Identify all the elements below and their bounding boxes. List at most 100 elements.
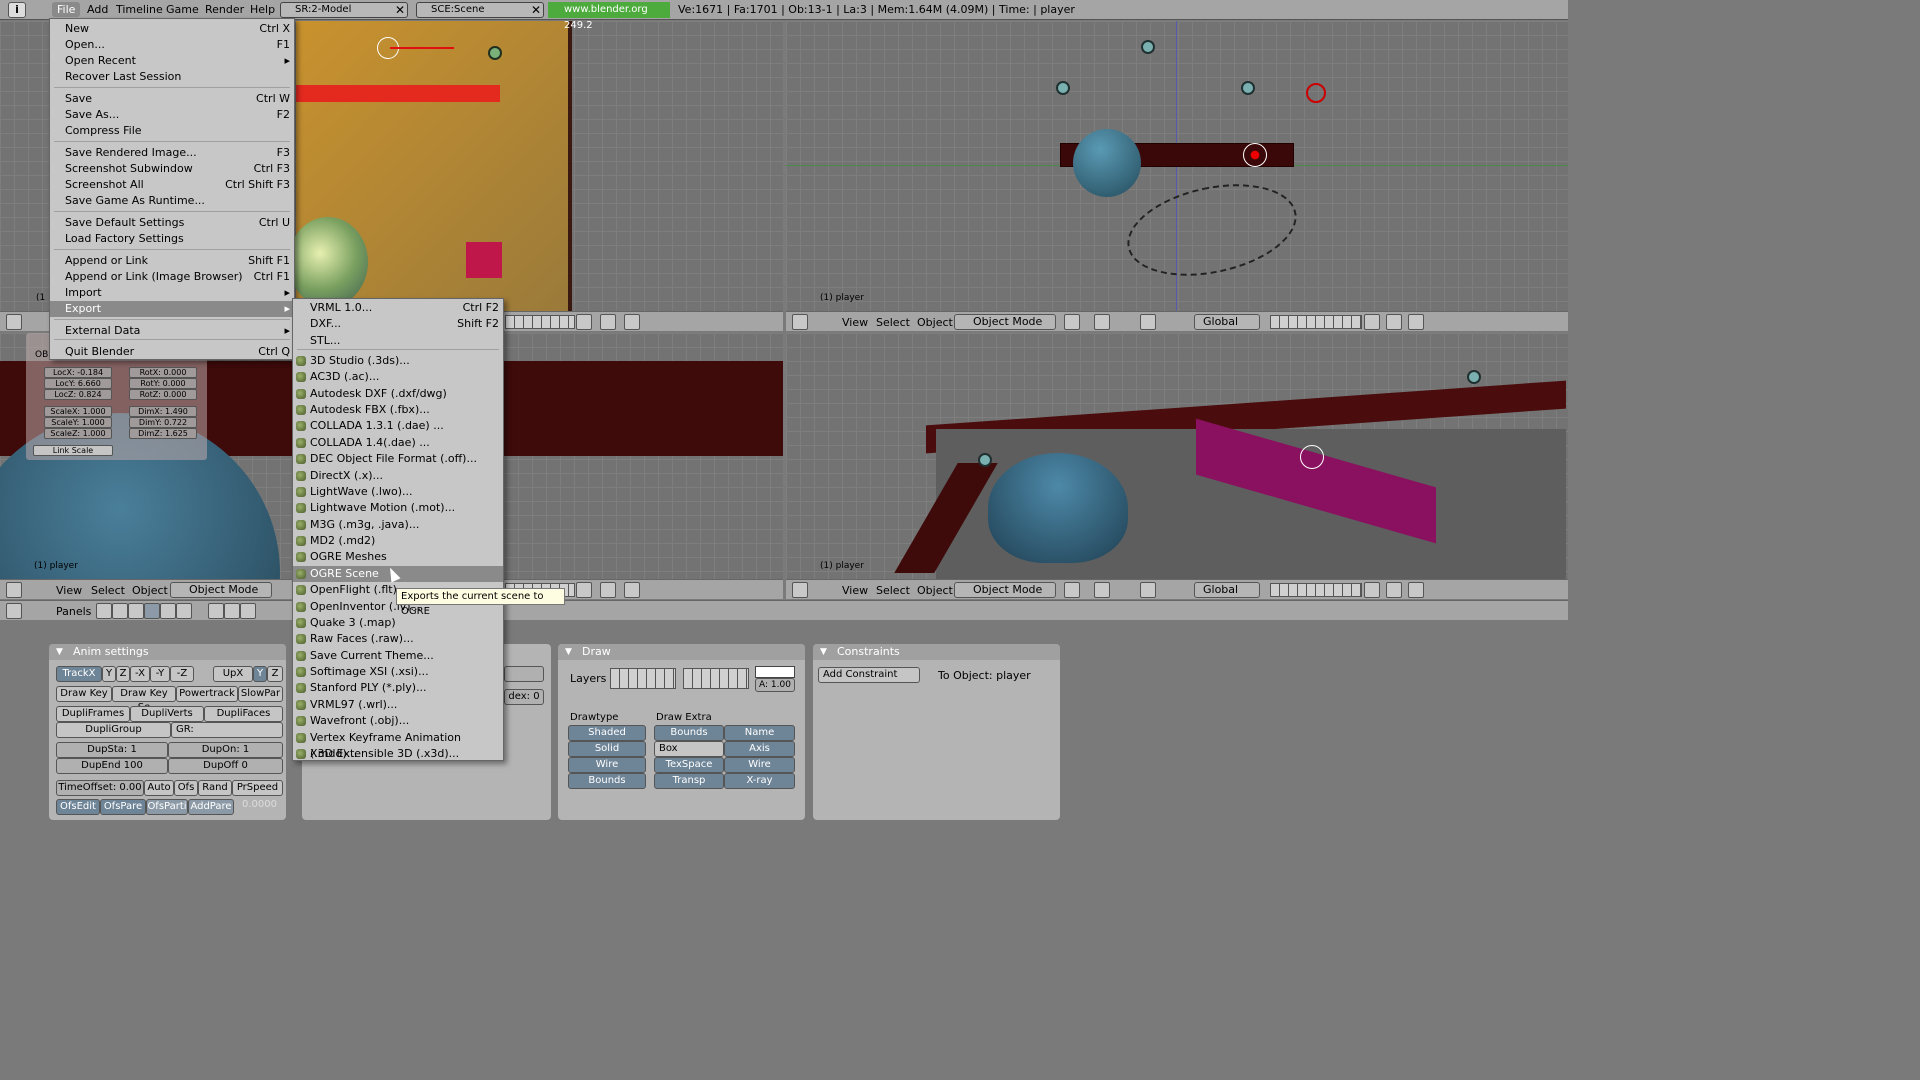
slowpar-button[interactable]: SlowPar: [238, 686, 283, 702]
track-z-button[interactable]: Z: [116, 666, 130, 682]
layer-buttons[interactable]: [1270, 583, 1362, 597]
file-menu-item[interactable]: Append or Link (Image Browser) Ctrl F1: [50, 269, 294, 285]
export-menu-item[interactable]: Raw Faces (.raw)...: [293, 631, 503, 647]
hidden-field[interactable]: [504, 666, 544, 682]
object-menu[interactable]: Object: [132, 584, 168, 597]
drawtype-wire[interactable]: Wire: [568, 757, 646, 773]
export-menu-item[interactable]: Autodesk FBX (.fbx)...: [293, 402, 503, 418]
group-field[interactable]: GR:: [171, 722, 283, 738]
export-menu-item[interactable]: Wavefront (.obj)...: [293, 713, 503, 729]
close-icon[interactable]: ✕: [395, 3, 405, 17]
file-menu-item[interactable]: Open Recent ▸: [50, 53, 294, 69]
locz-field[interactable]: LocZ: 0.824: [44, 389, 112, 400]
duplifaces-button[interactable]: DupliFaces: [204, 706, 283, 722]
bounds-type-dropdown[interactable]: Box: [654, 741, 724, 757]
camera-button[interactable]: [600, 314, 616, 330]
close-icon[interactable]: ✕: [531, 3, 541, 17]
pivot-button[interactable]: [1094, 314, 1110, 330]
editor-type-button[interactable]: [6, 603, 22, 619]
render-button[interactable]: [624, 314, 640, 330]
lock-button[interactable]: [576, 314, 592, 330]
add-constraint-button[interactable]: Add Constraint: [818, 667, 920, 683]
file-menu[interactable]: File: [52, 2, 81, 17]
extra-axis[interactable]: Axis: [724, 741, 795, 757]
file-menu-item[interactable]: Save As... F2: [50, 107, 294, 123]
index-field[interactable]: dex: 0: [504, 689, 544, 705]
blender-url-link[interactable]: www.blender.org 249.2: [548, 2, 670, 31]
mode-dropdown[interactable]: Object Mode: [954, 582, 1056, 598]
locy-field[interactable]: LocY: 6.660: [44, 378, 112, 389]
dimy-field[interactable]: DimY: 0.722: [129, 417, 197, 428]
track-negz-button[interactable]: -Z: [170, 666, 194, 682]
pivot-button[interactable]: [1094, 582, 1110, 598]
track-negx-button[interactable]: -X: [130, 666, 150, 682]
object-layers[interactable]: [610, 668, 676, 689]
export-menu-item[interactable]: Autodesk DXF (.dxf/dwg): [293, 386, 503, 402]
export-menu-item[interactable]: Vertex Keyframe Animation (.mdd)...: [293, 730, 503, 760]
dupliframes-button[interactable]: DupliFrames: [56, 706, 130, 722]
object-layers-2[interactable]: [683, 668, 749, 689]
mode-dropdown[interactable]: Object Mode: [170, 582, 272, 598]
file-menu-item[interactable]: Screenshot Subwindow Ctrl F3: [50, 161, 294, 177]
editor-type-button[interactable]: [792, 582, 808, 598]
panel-header[interactable]: Anim settings: [49, 644, 286, 660]
orientation-dropdown[interactable]: Global: [1194, 314, 1260, 330]
camera-button[interactable]: [1386, 314, 1402, 330]
mode-dropdown[interactable]: Object Mode: [954, 314, 1056, 330]
view-menu[interactable]: View: [842, 584, 868, 597]
addpare-button[interactable]: AddPare: [188, 799, 234, 815]
export-menu-item[interactable]: DirectX (.x)...: [293, 468, 503, 484]
file-menu-item[interactable]: Quit Blender Ctrl Q: [50, 344, 294, 360]
file-menu-item[interactable]: Recover Last Session: [50, 69, 294, 85]
file-menu-item[interactable]: Compress File: [50, 123, 294, 139]
roty-field[interactable]: RotY: 0.000: [129, 378, 197, 389]
auto-button[interactable]: Auto: [144, 780, 174, 796]
info-icon[interactable]: i: [8, 2, 26, 18]
export-menu-item[interactable]: M3G (.m3g, .java)...: [293, 517, 503, 533]
viewport-top-right[interactable]: (1) player: [786, 21, 1568, 311]
export-menu-item[interactable]: VRML97 (.wrl)...: [293, 697, 503, 713]
view-menu[interactable]: View: [842, 316, 868, 329]
export-menu-item[interactable]: COLLADA 1.4(.dae) ...: [293, 435, 503, 451]
rand-button[interactable]: Rand: [198, 780, 232, 796]
select-menu[interactable]: Select: [91, 584, 125, 597]
export-menu-item[interactable]: Softimage XSI (.xsi)...: [293, 664, 503, 680]
ofspare-button[interactable]: OfsPare: [100, 799, 146, 815]
extra-name[interactable]: Name: [724, 725, 795, 741]
export-menu-item[interactable]: STL...: [293, 333, 503, 349]
export-menu-item[interactable]: Stanford PLY (*.ply)...: [293, 680, 503, 696]
export-menu-item[interactable]: OGRE Meshes: [293, 549, 503, 565]
context-button[interactable]: [160, 603, 176, 619]
draw-type-button[interactable]: [1064, 582, 1080, 598]
lock-button[interactable]: [1364, 314, 1380, 330]
link-scale-button[interactable]: Link Scale: [33, 445, 113, 456]
render-button[interactable]: [1408, 314, 1424, 330]
export-menu-item[interactable]: DEC Object File Format (.off)...: [293, 451, 503, 467]
file-menu-item[interactable]: External Data ▸: [50, 323, 294, 339]
timeoffset-field[interactable]: TimeOffset: 0.00: [56, 780, 144, 796]
file-menu-item[interactable]: Open... F1: [50, 37, 294, 53]
viewport-bottom-right[interactable]: (1) player: [786, 333, 1568, 579]
file-menu-item[interactable]: Import ▸: [50, 285, 294, 301]
render-button[interactable]: [624, 582, 640, 598]
rotx-field[interactable]: RotX: 0.000: [129, 367, 197, 378]
scalez-field[interactable]: ScaleZ: 1.000: [44, 428, 112, 439]
extra-transp[interactable]: Transp: [654, 773, 724, 789]
subcontext-button[interactable]: [224, 603, 240, 619]
select-menu[interactable]: Select: [876, 316, 910, 329]
trackx-button[interactable]: TrackX: [56, 666, 102, 682]
export-menu-item[interactable]: Lightwave Motion (.mot)...: [293, 500, 503, 516]
view-menu[interactable]: View: [56, 584, 82, 597]
scaley-field[interactable]: ScaleY: 1.000: [44, 417, 112, 428]
camera-button[interactable]: [1386, 582, 1402, 598]
editor-type-button[interactable]: [6, 314, 22, 330]
export-menu-item[interactable]: COLLADA 1.3.1 (.dae) ...: [293, 418, 503, 434]
camera-button[interactable]: [600, 582, 616, 598]
context-button[interactable]: [144, 603, 160, 619]
ofsparti-button[interactable]: OfsParti: [146, 799, 188, 815]
orientation-dropdown[interactable]: Global: [1194, 582, 1260, 598]
alpha-field[interactable]: A: 1.00: [755, 678, 795, 692]
render-menu[interactable]: Render: [205, 3, 244, 16]
panel-header[interactable]: Constraints: [813, 644, 1060, 660]
file-menu-item[interactable]: Save Ctrl W: [50, 91, 294, 107]
